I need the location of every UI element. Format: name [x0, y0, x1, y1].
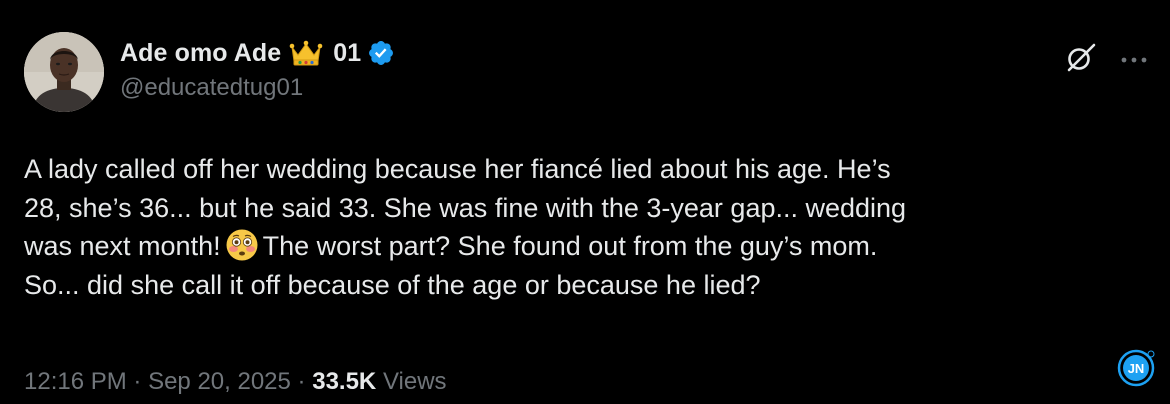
grok-icon[interactable] — [1064, 40, 1098, 74]
more-options-icon[interactable] — [1120, 52, 1148, 63]
author-block: Ade omo Ade 01 @educatedtug01 — [120, 36, 395, 102]
tweet-text: A lady called off her wedding because he… — [24, 150, 1144, 304]
header-actions — [1064, 40, 1148, 74]
meta-separator: · — [133, 368, 142, 395]
verified-badge-icon[interactable] — [367, 39, 395, 67]
tweet-date[interactable]: Sep 20, 2025 — [148, 368, 291, 395]
author-display-name[interactable]: Ade omo Ade — [120, 39, 281, 68]
watermark-text: JN — [1128, 361, 1145, 376]
tweet[interactable]: Ade omo Ade 01 @educatedtug01 A lady cal… — [0, 0, 1170, 404]
author-handle[interactable]: @educatedtug01 — [120, 74, 395, 102]
tweet-text-segment: The worst part? She found out from the g… — [262, 231, 878, 261]
author-avatar[interactable] — [24, 32, 104, 112]
tweet-text-line: A lady called off her wedding because he… — [24, 154, 891, 184]
views-count: 33.5K — [312, 368, 377, 395]
avatar-photo — [24, 32, 104, 112]
flushed-face-emoji-icon — [225, 228, 259, 262]
crown-emoji-icon — [289, 39, 323, 67]
name-line: Ade omo Ade 01 — [120, 36, 395, 70]
jn-watermark-logo: JN — [1116, 348, 1156, 388]
tweet-text-line: 28, she’s 36... but he said 33. She was … — [24, 192, 907, 223]
views-label: Views — [382, 368, 447, 395]
tweet-text-line: So... did she call it off because of the… — [24, 269, 761, 300]
meta-separator: · — [297, 368, 306, 395]
tweet-text-line: was next month! The worst part? She foun… — [24, 227, 1144, 266]
tweet-text-segment: was next month! — [24, 231, 221, 261]
tweet-meta: 12:16 PM · Sep 20, 2025 · 33.5K Views — [24, 368, 447, 396]
author-name-suffix: 01 — [333, 38, 362, 67]
tweet-time[interactable]: 12:16 PM — [24, 368, 127, 395]
